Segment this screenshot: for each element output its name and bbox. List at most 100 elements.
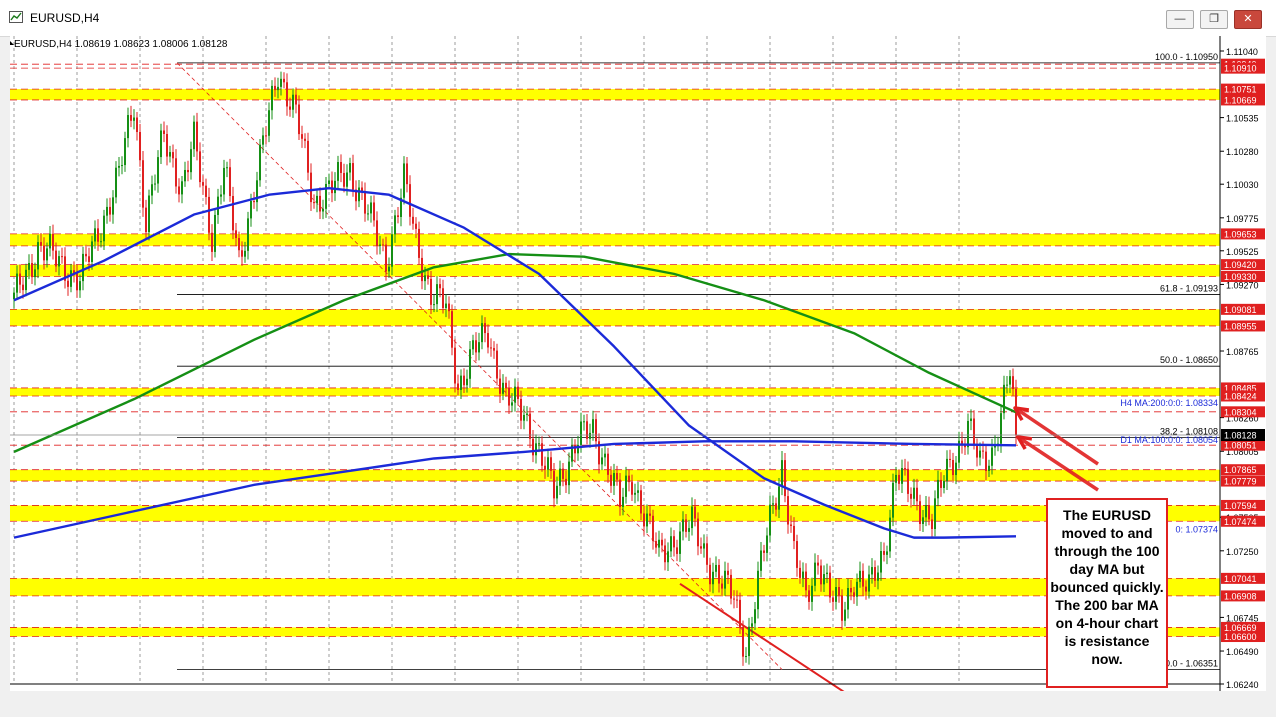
candle-body: [235, 230, 237, 239]
candle-body: [715, 564, 717, 572]
candle-body: [631, 482, 633, 495]
candle-body: [790, 524, 792, 526]
candle-body: [811, 585, 813, 602]
candle-body: [949, 458, 951, 460]
candle-body: [85, 253, 87, 257]
candle-body: [796, 541, 798, 568]
price-tag-label: 1.09081: [1224, 305, 1257, 315]
candle-body: [289, 106, 291, 110]
candle-body: [502, 382, 504, 394]
candle-body: [886, 551, 888, 555]
candle-body: [478, 342, 480, 353]
candle-body: [751, 623, 753, 627]
candle-body: [445, 303, 447, 309]
candle-body: [586, 421, 588, 439]
candle-body: [364, 191, 366, 214]
candle-body: [187, 169, 189, 173]
candle-body: [535, 443, 537, 456]
candle-body: [904, 468, 906, 470]
candle-body: [430, 278, 432, 305]
candle-body: [898, 474, 900, 484]
candle-body: [766, 535, 768, 553]
candle-body: [385, 244, 387, 272]
candle-body: [727, 570, 729, 575]
price-tag-label: 1.08304: [1224, 407, 1257, 417]
close-button[interactable]: ✕: [1234, 10, 1262, 29]
candle-body: [457, 383, 459, 390]
candle-body: [862, 570, 864, 587]
candle-body: [955, 462, 957, 476]
candle-body: [607, 453, 609, 475]
candle-body: [910, 493, 912, 499]
candle-body: [304, 138, 306, 141]
candle-body: [946, 458, 948, 481]
candle-body: [895, 474, 897, 483]
price-tick-label: 1.07250: [1226, 547, 1259, 557]
title-bar: EURUSD,H4 — ❐ ✕: [0, 0, 1276, 37]
candle-body: [466, 378, 468, 386]
candle-body: [439, 284, 441, 289]
candle-body: [988, 465, 990, 471]
price-tag-label: 1.10751: [1224, 85, 1257, 95]
candle-body: [733, 598, 735, 600]
candle-body: [214, 214, 216, 252]
candle-body: [874, 567, 876, 581]
candle-body: [580, 421, 582, 445]
candle-body: [121, 165, 123, 167]
price-tag-label: 1.09653: [1224, 229, 1257, 239]
candle-body: [565, 478, 567, 486]
zone-band: [10, 387, 1220, 396]
candle-body: [379, 244, 381, 247]
candle-body: [373, 202, 375, 221]
candle-body: [742, 626, 744, 657]
candle-body: [70, 270, 72, 287]
restore-button[interactable]: ❐: [1200, 10, 1228, 29]
candle-body: [223, 167, 225, 195]
candle-body: [286, 82, 288, 107]
candle-body: [775, 503, 777, 510]
candle-body: [514, 386, 516, 403]
candle-body: [319, 195, 321, 212]
candle-body: [118, 165, 120, 168]
candle-body: [469, 349, 471, 379]
candle-body: [109, 206, 111, 215]
candle-body: [283, 78, 285, 83]
candle-body: [940, 479, 942, 488]
candle-body: [919, 501, 921, 524]
candle-body: [925, 505, 927, 518]
candle-body: [835, 587, 837, 602]
candle-body: [448, 303, 450, 312]
candle-body: [103, 215, 105, 242]
candle-body: [823, 574, 825, 585]
candle-body: [877, 572, 879, 581]
candle-body: [643, 513, 645, 527]
candle-body: [1006, 384, 1008, 386]
candle-body: [706, 543, 708, 565]
candle-body: [298, 104, 300, 135]
price-tag-label: 1.10669: [1224, 95, 1257, 105]
candle-body: [196, 121, 198, 152]
candle-body: [934, 498, 936, 529]
zone-band: [10, 309, 1220, 326]
zone-band: [10, 89, 1220, 100]
candle-body: [676, 547, 678, 554]
candle-body: [184, 169, 186, 182]
candle-body: [661, 539, 663, 546]
minimize-button[interactable]: —: [1166, 10, 1194, 29]
candle-body: [757, 570, 759, 610]
candle-body: [415, 223, 417, 229]
candle-body: [451, 311, 453, 348]
price-tick-label: 1.06240: [1226, 680, 1259, 690]
candle-body: [1012, 376, 1014, 389]
candle-body: [484, 323, 486, 334]
candle-body: [853, 592, 855, 597]
candle-body: [52, 233, 54, 251]
candle-body: [295, 94, 297, 105]
price-tick-label: 1.10030: [1226, 180, 1259, 190]
candle-body: [844, 609, 846, 621]
candle-body: [346, 172, 348, 187]
candle-body: [850, 588, 852, 593]
candle-body: [76, 273, 78, 291]
candle-body: [67, 280, 69, 287]
candle-body: [922, 517, 924, 524]
